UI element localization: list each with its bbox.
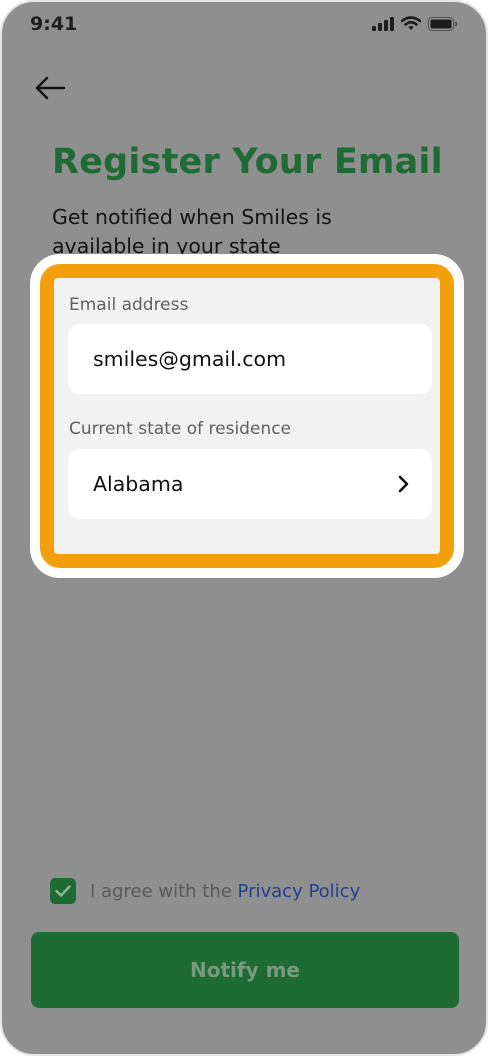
consent-text: I agree with the Privacy Policy <box>90 881 360 902</box>
wifi-icon <box>401 16 421 30</box>
consent-prefix: I agree with the <box>90 880 238 902</box>
status-icons <box>372 16 458 31</box>
notify-me-button[interactable]: Notify me <box>31 932 459 1008</box>
signal-icon <box>372 16 394 31</box>
chevron-right-icon <box>398 475 409 493</box>
consent-row: I agree with the Privacy Policy <box>50 878 360 904</box>
back-button[interactable] <box>32 72 68 104</box>
page-subtitle: Get notified when Smiles is available in… <box>52 205 332 258</box>
battery-icon <box>428 16 457 31</box>
email-field[interactable]: smiles@gmail.com <box>68 324 432 394</box>
status-time: 9:41 <box>30 13 78 35</box>
consent-checkbox[interactable] <box>50 878 76 904</box>
state-label: Current state of residence <box>69 419 291 439</box>
state-value: Alabama <box>93 472 184 496</box>
page-title: Register Your Email <box>52 142 443 182</box>
form-card: Email address smiles@gmail.com Current s… <box>54 278 440 554</box>
status-bar: 9:41 <box>2 2 486 50</box>
arrow-left-icon <box>35 76 66 100</box>
email-label: Email address <box>69 295 189 315</box>
email-value: smiles@gmail.com <box>93 347 287 371</box>
checkmark-icon <box>55 885 71 897</box>
form-highlight: Email address smiles@gmail.com Current s… <box>30 254 464 578</box>
state-select[interactable]: Alabama <box>68 449 432 519</box>
phone-screen: 9:41 Register Your Email Get notified wh… <box>0 0 488 1056</box>
privacy-policy-link[interactable]: Privacy Policy <box>238 881 361 902</box>
